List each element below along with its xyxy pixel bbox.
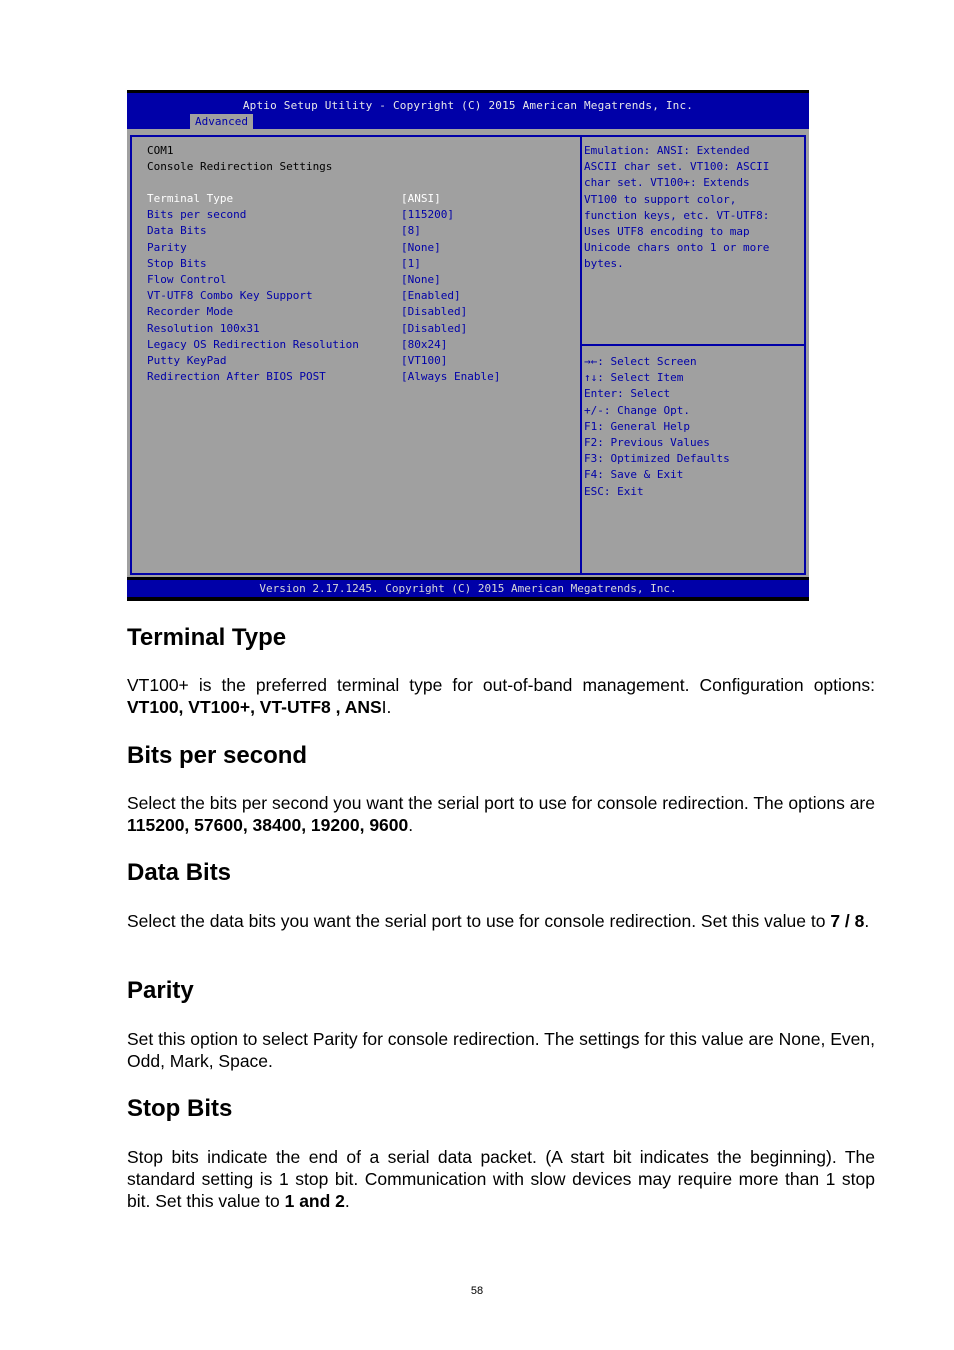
heading-stop-bits: Stop Bits	[127, 1095, 233, 1122]
text: Stop bits indicate the end of a serial d…	[127, 1147, 875, 1211]
help-panel: Emulation: ANSI: Extended ASCII char set.…	[580, 135, 806, 575]
paragraph-bits-per-second: Select the bits per second you want the …	[127, 792, 875, 836]
text: .	[408, 815, 414, 835]
setting-label[interactable]: Parity	[147, 240, 187, 256]
text: VT100+ is the preferred terminal type fo…	[127, 675, 875, 695]
bios-version: Version 2.17.1245. Copyright (C) 2015 Am…	[259, 582, 677, 595]
key-help-line: F4: Save & Exit	[584, 468, 684, 482]
setting-label[interactable]: VT-UTF8 Combo Key Support	[147, 288, 313, 304]
setting-label[interactable]: Terminal Type	[147, 191, 233, 207]
tab-advanced[interactable]: Advanced	[190, 114, 253, 130]
key-help-line: ESC: Exit	[584, 484, 644, 498]
section-title: Console Redirection Settings	[147, 160, 333, 173]
setting-value[interactable]: [8]	[401, 223, 421, 239]
text: Select the bits per second you want the …	[127, 793, 875, 813]
key-help-line: F2: Previous Values	[584, 436, 710, 449]
setting-label[interactable]: Data Bits	[147, 223, 207, 239]
text: .	[864, 911, 870, 931]
setting-label[interactable]: Legacy OS Redirection Resolution	[147, 337, 359, 353]
paragraph-terminal-type: VT100+ is the preferred terminal type fo…	[127, 674, 875, 718]
setting-label[interactable]: Bits per second	[147, 207, 246, 223]
bold-options: 7 / 8	[830, 911, 865, 931]
bios-title-bar: Aptio Setup Utility - Copyright (C) 2015…	[127, 93, 809, 130]
paragraph-parity: Set this option to select Parity for con…	[127, 1028, 875, 1072]
heading-terminal-type: Terminal Type	[127, 624, 287, 651]
heading-data-bits: Data Bits	[127, 859, 232, 886]
setting-value[interactable]: [Disabled]	[401, 321, 467, 337]
heading-parity: Parity	[127, 977, 194, 1004]
bold-options: 115200, 57600, 38400, 19200, 9600	[127, 815, 409, 835]
setting-value[interactable]: [1]	[401, 256, 421, 272]
paragraph-stop-bits: Stop bits indicate the end of a serial d…	[127, 1146, 875, 1212]
setting-value[interactable]: [Always Enable]	[401, 369, 500, 385]
help-line: VT100 to support color,	[584, 192, 737, 206]
setting-label[interactable]: Putty KeyPad	[147, 353, 226, 369]
text: Set this option to select Parity for con…	[127, 1029, 875, 1071]
key-help-line: Enter: Select	[584, 387, 671, 401]
text: .	[344, 1191, 350, 1211]
setting-label[interactable]: Stop Bits	[147, 256, 207, 272]
bios-status-bar: Version 2.17.1245. Copyright (C) 2015 Am…	[127, 580, 809, 597]
heading-bits-per-second: Bits per second	[127, 742, 308, 769]
setting-label[interactable]: Recorder Mode	[147, 304, 233, 320]
setting-label[interactable]: Redirection After BIOS POST	[147, 369, 326, 385]
setting-value[interactable]: [None]	[401, 272, 441, 288]
section-label-com1: COM1	[147, 144, 174, 157]
help-line: Emulation: ANSI: Extended	[584, 144, 750, 157]
setting-value[interactable]: [115200]	[401, 207, 454, 223]
key-help-line: F1: General Help	[584, 419, 690, 433]
help-line: bytes.	[584, 257, 624, 271]
setting-value[interactable]: [Enabled]	[401, 288, 461, 304]
key-help-line: ↑↓: Select Item	[584, 371, 684, 385]
setting-label[interactable]: Flow Control	[147, 272, 226, 288]
setting-value[interactable]: [80x24]	[401, 337, 447, 353]
text: I.	[381, 697, 392, 717]
bold-options: 1 and 2	[284, 1191, 345, 1211]
setting-value[interactable]: [VT100]	[401, 353, 447, 369]
setting-value[interactable]: [Disabled]	[401, 304, 467, 320]
help-line: Uses UTF8 encoding to map	[584, 225, 750, 238]
help-line: Unicode chars onto 1 or more	[584, 241, 770, 255]
help-divider	[582, 344, 804, 346]
bios-title: Aptio Setup Utility - Copyright (C) 2015…	[242, 99, 694, 112]
settings-panel: COM1 Console Redirection Settings Termin…	[130, 135, 580, 575]
key-help-line: +/-: Change Opt.	[584, 403, 690, 417]
key-help-line: F3: Optimized Defaults	[584, 452, 730, 466]
bold-options: VT100, VT100+, VT-UTF8 , ANS	[127, 697, 382, 717]
setting-value[interactable]: [ANSI]	[401, 191, 441, 207]
help-line: char set. VT100+: Extends	[584, 176, 750, 190]
help-line: function keys, etc. VT-UTF8:	[584, 208, 770, 222]
key-help-line: →←: Select Screen	[584, 355, 697, 368]
setting-label[interactable]: Resolution 100x31	[147, 321, 260, 337]
setting-value[interactable]: [None]	[401, 240, 441, 256]
paragraph-data-bits: Select the data bits you want the serial…	[127, 910, 875, 932]
text: Select the data bits you want the serial…	[127, 911, 831, 931]
help-line: ASCII char set. VT100: ASCII	[584, 160, 770, 174]
bios-body: COM1 Console Redirection Settings Termin…	[127, 129, 809, 577]
bios-screenshot: Aptio Setup Utility - Copyright (C) 2015…	[127, 90, 809, 601]
page-number: 58	[470, 1285, 484, 1297]
